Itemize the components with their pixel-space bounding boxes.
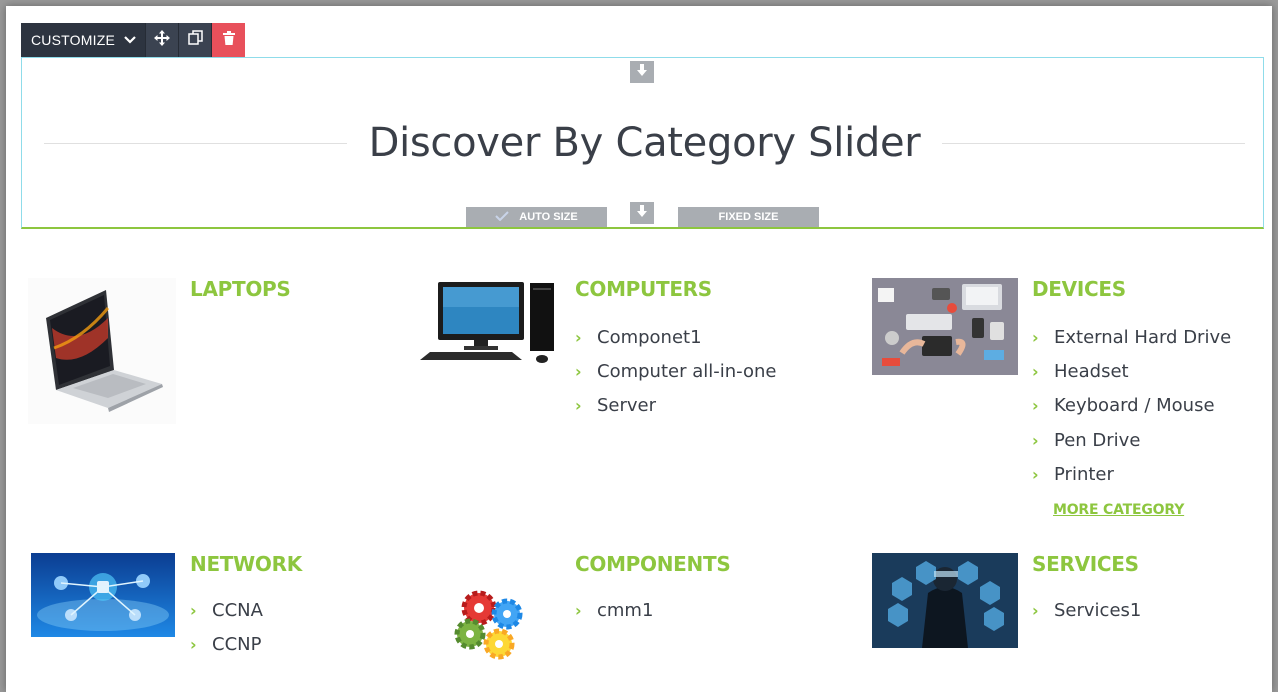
heading-divider-left (44, 142, 347, 144)
list-item[interactable]: › cmm1 (575, 593, 653, 627)
customize-label: CUSTOMIZE (31, 32, 115, 48)
category-list-computers: › Componet1 › Computer all-in-one › Server (575, 320, 776, 423)
page-frame: CUSTOMIZE Discover By Category Slider AU… (6, 6, 1272, 692)
category-list-devices: › External Hard Drive › Headset › Keyboard … (1032, 320, 1231, 491)
arrow-down-icon (635, 204, 649, 223)
customize-toolbar: CUSTOMIZE (21, 23, 245, 57)
category-list-network: › CCNA › CCNP (190, 593, 263, 662)
chevron-down-icon (123, 32, 137, 48)
list-item-label: Headset (1054, 360, 1129, 382)
chevron-right-icon: › (575, 327, 582, 347)
list-item[interactable]: › External Hard Drive (1032, 320, 1231, 354)
move-button[interactable] (145, 23, 178, 57)
chevron-right-icon: › (1032, 361, 1039, 381)
list-item-label: CCNP (212, 633, 262, 655)
chevron-right-icon: › (190, 600, 197, 620)
move-down-handle[interactable] (630, 61, 654, 83)
auto-size-button[interactable]: AUTO SIZE (466, 207, 607, 227)
list-item[interactable]: › CCNA (190, 593, 263, 627)
components-image[interactable] (446, 584, 532, 664)
list-item-label: Pen Drive (1054, 429, 1141, 451)
list-item-label: Keyboard / Mouse (1054, 395, 1215, 417)
duplicate-icon (187, 30, 203, 50)
list-item-label: Componet1 (597, 326, 702, 348)
category-title-laptops[interactable]: LAPTOPS (190, 277, 291, 301)
category-list-services: › Services1 (1032, 593, 1141, 627)
heading-row: Discover By Category Slider (44, 120, 1246, 166)
trash-icon (222, 30, 235, 50)
list-item-label: External Hard Drive (1054, 326, 1232, 348)
laptops-image[interactable] (28, 278, 176, 424)
list-item[interactable]: › CCNP (190, 627, 263, 661)
services-image[interactable] (872, 553, 1018, 648)
list-item-label: cmm1 (597, 599, 654, 621)
category-list-components: › cmm1 (575, 593, 653, 627)
list-item[interactable]: › Componet1 (575, 320, 776, 354)
list-item-label: Server (597, 395, 657, 417)
chevron-right-icon: › (1032, 430, 1039, 450)
category-title-computers[interactable]: COMPUTERS (575, 277, 712, 301)
fixed-size-label: FIXED SIZE (718, 211, 779, 223)
list-item-label: Computer all-in-one (597, 360, 777, 382)
move-icon (154, 29, 170, 51)
category-title-devices[interactable]: DEVICES (1032, 277, 1126, 301)
list-item[interactable]: › Printer (1032, 457, 1231, 491)
list-item[interactable]: › Pen Drive (1032, 423, 1231, 457)
fixed-size-button[interactable]: FIXED SIZE (678, 207, 819, 227)
arrow-down-icon (635, 63, 649, 82)
category-title-components[interactable]: COMPONENTS (575, 552, 731, 576)
resize-down-handle[interactable] (630, 202, 654, 224)
chevron-right-icon: › (1032, 396, 1039, 416)
page-title: Discover By Category Slider (368, 120, 921, 166)
list-item-label: Services1 (1054, 599, 1142, 621)
list-item[interactable]: › Server (575, 389, 776, 423)
more-category-link[interactable]: MORE CATEGORY (1053, 502, 1184, 518)
network-image[interactable] (31, 553, 175, 637)
chevron-right-icon: › (575, 361, 582, 381)
list-item-label: Printer (1054, 463, 1114, 485)
devices-image[interactable] (872, 278, 1018, 375)
chevron-right-icon: › (190, 634, 197, 654)
list-item-label: CCNA (212, 599, 263, 621)
heading-divider-right (942, 142, 1246, 144)
customize-dropdown[interactable]: CUSTOMIZE (21, 23, 145, 57)
computers-image[interactable] (416, 278, 562, 368)
category-title-network[interactable]: NETWORK (190, 552, 302, 576)
chevron-right-icon: › (575, 600, 582, 620)
auto-size-label: AUTO SIZE (519, 211, 578, 223)
chevron-right-icon: › (1032, 600, 1039, 620)
heading-block[interactable]: Discover By Category Slider AUTO SIZE FI… (21, 57, 1264, 229)
list-item[interactable]: › Keyboard / Mouse (1032, 389, 1231, 423)
list-item[interactable]: › Services1 (1032, 593, 1141, 627)
chevron-right-icon: › (575, 396, 582, 416)
list-item[interactable]: › Headset (1032, 354, 1231, 388)
check-icon (495, 210, 509, 224)
duplicate-button[interactable] (178, 23, 211, 57)
category-title-services[interactable]: SERVICES (1032, 552, 1139, 576)
chevron-right-icon: › (1032, 327, 1039, 347)
chevron-right-icon: › (1032, 464, 1039, 484)
list-item[interactable]: › Computer all-in-one (575, 354, 776, 388)
delete-button[interactable] (211, 23, 245, 57)
